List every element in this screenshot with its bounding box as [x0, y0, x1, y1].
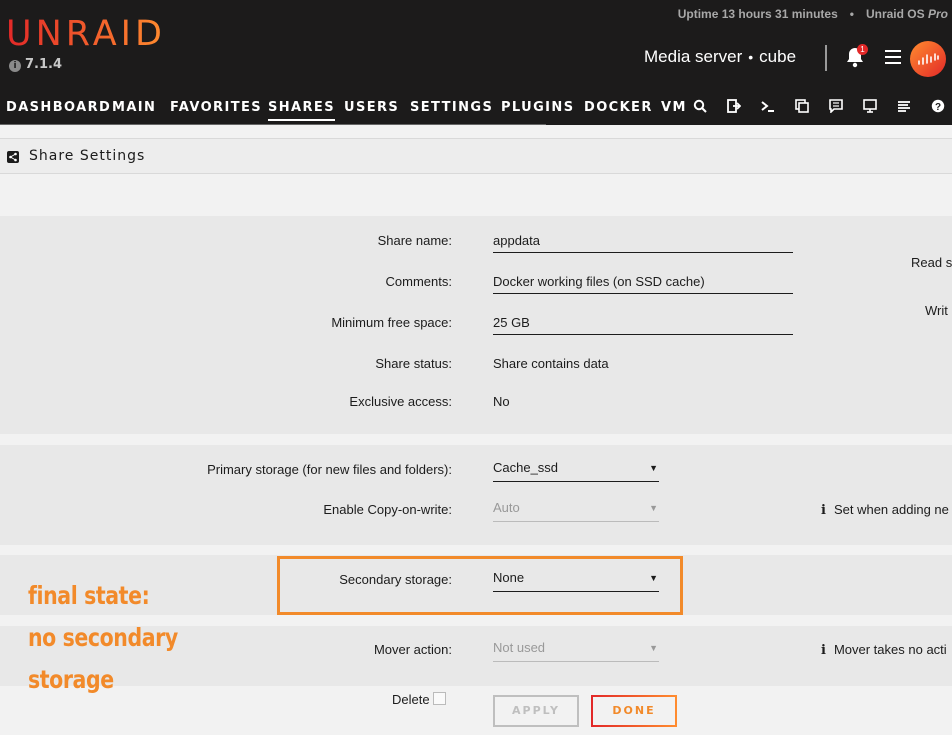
share-settings-header: Share Settings	[0, 138, 952, 174]
chevron-down-icon: ▼	[649, 643, 658, 653]
chevron-down-icon: ▼	[649, 463, 658, 473]
annotation-highlight-box	[277, 556, 683, 615]
copy-on-write-value: Auto	[493, 500, 520, 515]
uptime-bar: Uptime 13 hours 31 minutes • Unraid OS Pro	[677, 7, 948, 21]
unraid-logo[interactable]: UNRAID	[6, 14, 166, 54]
copy-icon[interactable]	[794, 99, 810, 115]
nav-users[interactable]: USERS	[344, 100, 399, 115]
os-label: Unraid OS	[865, 7, 925, 21]
nav-dashboard[interactable]: DASHBOARD	[6, 100, 111, 115]
share-icon	[7, 151, 19, 163]
search-icon[interactable]	[692, 99, 708, 115]
unraid-connect-icon[interactable]	[910, 41, 946, 77]
top-header: UNRAID i 7.1.4 Uptime 13 hours 31 minutes…	[0, 0, 952, 125]
share-name-input[interactable]: appdata	[493, 229, 793, 253]
apply-button[interactable]: APPLY	[493, 695, 579, 727]
os-edition: Pro	[927, 7, 948, 21]
share-name-label: Share name:	[377, 233, 452, 248]
min-free-space-input[interactable]: 25 GB	[493, 311, 793, 335]
exclusive-access-label: Exclusive access:	[349, 394, 452, 409]
primary-storage-select[interactable]: Cache_ssd ▼	[493, 456, 659, 482]
svg-text:?: ?	[935, 102, 941, 113]
server-name: Media server	[644, 47, 743, 66]
primary-storage-value: Cache_ssd	[493, 460, 559, 475]
uptime-text: Uptime 13 hours 31 minutes	[677, 7, 838, 21]
copy-on-write-note: i Set when adding ne	[821, 502, 949, 518]
server-description: cube	[759, 47, 797, 66]
terminal-icon[interactable]	[760, 99, 776, 115]
annotation-line-1: final state:	[28, 581, 150, 610]
delete-checkbox[interactable]	[433, 692, 446, 705]
copy-on-write-note-text: Set when adding ne	[833, 502, 949, 517]
mover-action-label: Mover action:	[373, 642, 452, 657]
mover-action-note: i Mover takes no acti	[821, 642, 947, 658]
mover-action-value: Not used	[493, 640, 546, 655]
share-info-panel	[0, 216, 952, 434]
annotation-line-2: no secondary	[28, 623, 178, 652]
nav-underline	[0, 124, 546, 125]
nav-vms[interactable]: VMS	[661, 100, 687, 115]
copy-on-write-label: Enable Copy-on-write:	[323, 502, 452, 517]
comments-input[interactable]: Docker working files (on SSD cache)	[493, 270, 793, 294]
done-button[interactable]: DONE	[591, 695, 677, 727]
log-icon[interactable]	[896, 99, 912, 115]
version-info[interactable]: i 7.1.4	[9, 57, 62, 72]
chevron-down-icon: ▼	[649, 503, 658, 513]
mover-action-select: Not used ▼	[493, 636, 659, 662]
section-title: Share Settings	[29, 148, 146, 164]
feedback-icon[interactable]	[828, 99, 844, 115]
nav-docker[interactable]: DOCKER	[584, 100, 653, 115]
annotation-line-3: storage	[28, 665, 114, 694]
help-icon[interactable]: ?	[930, 99, 946, 115]
mover-action-note-text: Mover takes no acti	[833, 642, 947, 657]
share-status-label: Share status:	[375, 356, 452, 371]
nav-settings[interactable]: SETTINGS	[410, 100, 493, 115]
min-free-space-label: Minimum free space:	[331, 315, 452, 330]
menu-icon[interactable]	[885, 50, 901, 64]
read-settings-label: Read s	[911, 255, 952, 270]
annotation-text: final state: no secondary storage	[28, 575, 178, 701]
comments-label: Comments:	[385, 274, 452, 289]
primary-storage-label: Primary storage (for new files and folde…	[207, 462, 452, 477]
nav-favorites[interactable]: FAVORITES	[170, 100, 262, 115]
exclusive-access-value: No	[493, 394, 510, 409]
logout-icon[interactable]	[726, 99, 742, 115]
primary-storage-panel	[0, 445, 952, 545]
nav-plugins[interactable]: PLUGINS	[501, 100, 574, 115]
nav-shares[interactable]: SHARES	[268, 100, 335, 121]
info-icon: i	[9, 60, 21, 72]
copy-on-write-select: Auto ▼	[493, 496, 659, 522]
version-number: 7.1.4	[25, 57, 63, 72]
header-divider	[825, 45, 827, 71]
write-settings-label: Writ	[925, 303, 948, 318]
info-icon: i	[821, 503, 826, 518]
nav-main[interactable]: MAIN	[112, 100, 156, 115]
share-status-value: Share contains data	[493, 356, 609, 371]
info-icon: i	[821, 643, 826, 658]
monitor-icon[interactable]	[862, 99, 878, 115]
notification-badge: 1	[857, 44, 868, 55]
server-title: Media server • cube	[644, 47, 797, 66]
delete-label: Delete	[392, 692, 430, 707]
